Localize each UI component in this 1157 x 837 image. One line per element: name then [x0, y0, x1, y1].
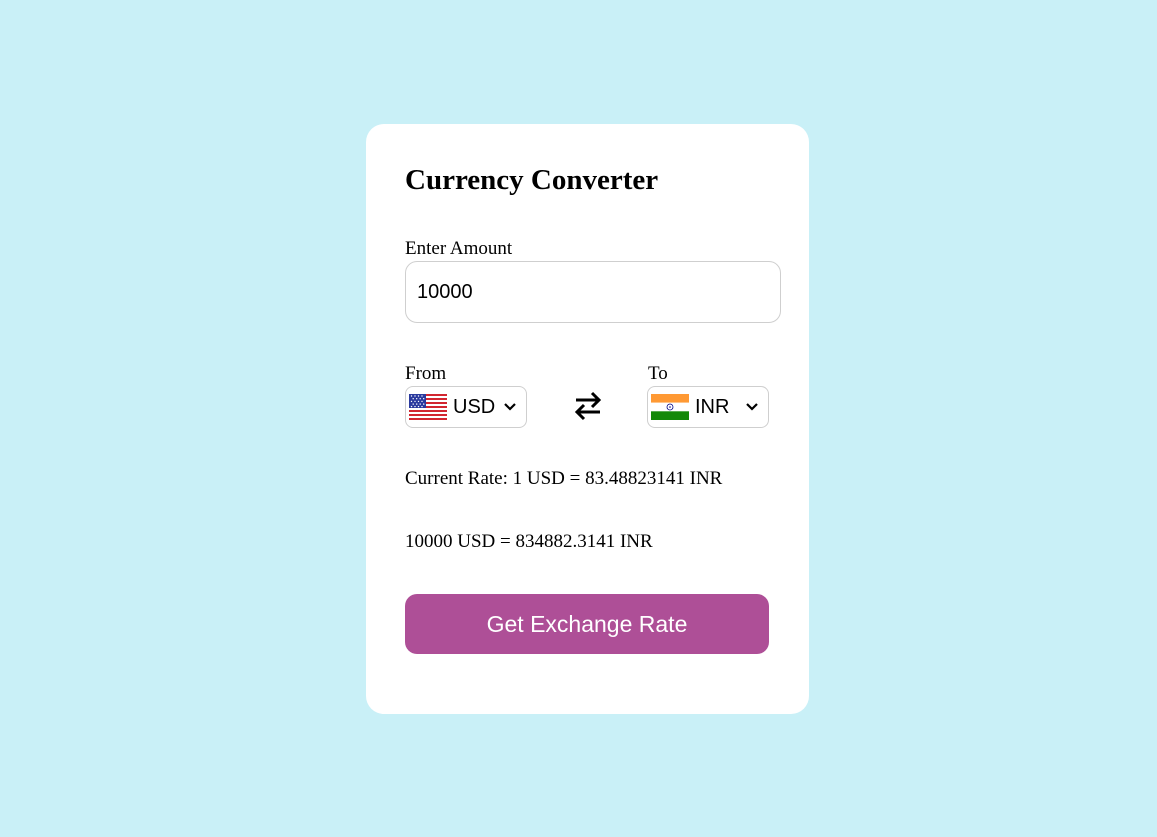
chevron-down-icon — [746, 403, 758, 411]
get-exchange-rate-button[interactable]: Get Exchange Rate — [405, 594, 769, 654]
page-title: Currency Converter — [405, 164, 659, 196]
conversion-result-text: 10000 USD = 834882.3141 INR — [405, 531, 653, 552]
converter-card: Currency Converter Enter Amount From USD — [366, 124, 809, 714]
from-currency-code: USD — [453, 395, 496, 418]
from-currency-select[interactable]: USD — [405, 386, 527, 428]
amount-input[interactable] — [405, 261, 781, 323]
us-flag-icon — [409, 394, 447, 420]
current-rate-text: Current Rate: 1 USD = 83.48823141 INR — [405, 468, 723, 489]
to-currency-code: INR — [695, 395, 730, 418]
india-flag-icon — [651, 394, 689, 420]
chevron-down-icon — [504, 403, 516, 411]
to-currency-select[interactable]: INR — [647, 386, 769, 428]
to-label: To — [648, 363, 668, 384]
amount-label: Enter Amount — [405, 238, 513, 259]
from-label: From — [405, 363, 447, 384]
swap-arrows-icon — [574, 391, 602, 421]
swap-button[interactable] — [570, 386, 606, 426]
